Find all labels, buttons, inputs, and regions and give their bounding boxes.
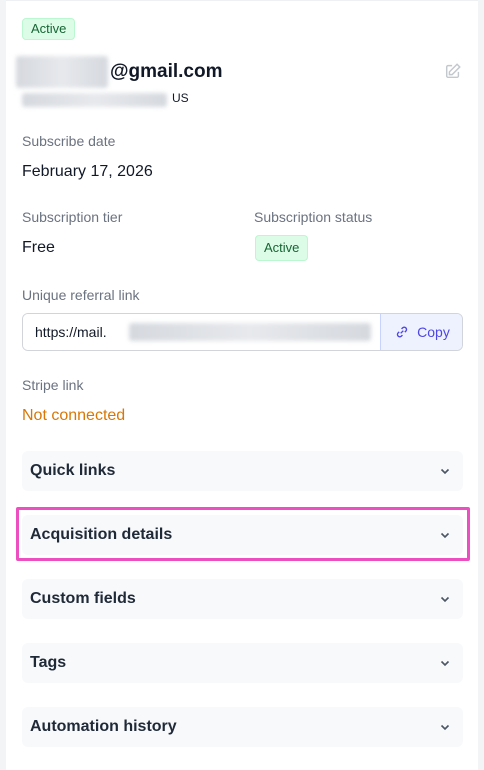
subscription-tier-label: Subscription tier [22,209,123,225]
accordion-custom-fields[interactable]: Custom fields [22,579,463,619]
highlight-outline [16,507,470,561]
copy-button-label: Copy [417,324,450,340]
stripe-link-value: Not connected [22,407,126,424]
email-domain: @gmail.com [110,61,223,82]
copy-button[interactable]: Copy [380,314,462,350]
subscriber-email: @gmail.com [16,56,456,88]
subscriber-detail-panel: Active @gmail.com US Subscribe date Febr… [6,0,478,770]
subscribe-date-label: Subscribe date [22,133,116,149]
accordion-automation-history[interactable]: Automation history [22,707,463,747]
divider [6,0,478,1]
chevron-down-icon [440,468,450,475]
link-icon [397,326,408,338]
chevron-down-icon [440,596,450,603]
accordion-quick-links[interactable]: Quick links [22,451,463,491]
country-code: US [172,91,189,105]
edit-icon[interactable] [444,62,462,80]
referral-link-label: Unique referral link [22,287,140,303]
accordion-title: Custom fields [30,590,136,607]
redacted-email-local-part [16,56,108,88]
referral-link-field: Copy [22,313,463,351]
stripe-link-label: Stripe link [22,377,84,393]
subscription-status-badge: Active [255,235,309,261]
chevron-down-icon [440,724,450,731]
accordion-title: Quick links [30,462,116,479]
accordion-title: Automation history [30,718,177,735]
subscription-status-label: Subscription status [254,209,373,225]
subscribe-date-value: February 17, 2026 [22,163,153,180]
redacted-location [22,93,167,107]
status-badge: Active [22,18,76,40]
subscription-tier-value: Free [22,239,55,256]
accordion-tags[interactable]: Tags [22,643,463,683]
chevron-down-icon [440,660,450,667]
redacted-referral-link [129,323,371,341]
accordion-title: Tags [30,654,67,671]
